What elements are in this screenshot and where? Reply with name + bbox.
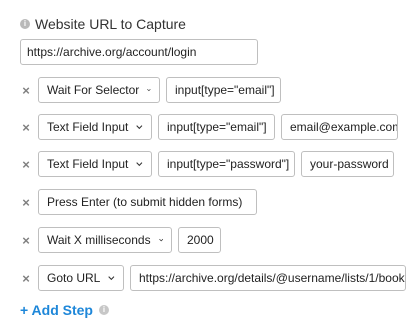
website-url-input[interactable]: https://archive.org/account/login (20, 39, 258, 65)
capture-form: i Website URL to Capture https://archive… (0, 0, 420, 336)
step-action-value: Wait X milliseconds (47, 233, 151, 247)
step-action-select[interactable]: Wait For Selector (38, 77, 160, 103)
step-row: × Press Enter (to submit hidden forms) (20, 189, 257, 215)
step-value-input[interactable]: your-password (301, 151, 394, 177)
chevron-down-icon (158, 238, 163, 242)
step-action-select[interactable]: Text Field Input (38, 114, 152, 140)
info-icon[interactable]: i (20, 19, 30, 29)
chevron-down-icon (147, 89, 151, 92)
remove-step-icon[interactable]: × (20, 233, 32, 248)
step-action-value: Goto URL (47, 271, 101, 285)
step-row: × Text Field Input input[type="password"… (20, 151, 394, 177)
remove-step-icon[interactable]: × (20, 271, 32, 286)
chevron-down-icon (136, 162, 143, 167)
remove-step-icon[interactable]: × (20, 120, 32, 135)
remove-step-icon[interactable]: × (20, 195, 32, 210)
url-field-label-row: i Website URL to Capture (20, 16, 186, 32)
step-row: × Wait For Selector input[type="email"] (20, 77, 281, 103)
remove-step-icon[interactable]: × (20, 83, 32, 98)
add-step-button[interactable]: + Add Step (20, 302, 93, 318)
step-action-value: Text Field Input (47, 157, 129, 171)
step-action-select[interactable]: Wait X milliseconds (38, 227, 172, 253)
step-action-select[interactable]: Press Enter (to submit hidden forms) (38, 189, 257, 215)
step-selector-input[interactable]: input[type="email"] (166, 77, 281, 103)
add-step-row: + Add Step i (20, 302, 109, 318)
step-delay-input[interactable]: 2000 (178, 227, 221, 253)
step-row: × Text Field Input input[type="email"] e… (20, 114, 398, 140)
step-row: × Goto URL https://archive.org/details/@… (20, 265, 406, 291)
step-row: × Wait X milliseconds 2000 (20, 227, 221, 253)
step-action-select[interactable]: Goto URL (38, 265, 124, 291)
step-url-input[interactable]: https://archive.org/details/@username/li… (130, 265, 406, 291)
info-icon[interactable]: i (99, 305, 109, 315)
step-action-value: Text Field Input (47, 120, 129, 134)
step-action-select[interactable]: Text Field Input (38, 151, 152, 177)
step-action-value: Wait For Selector (47, 83, 140, 97)
step-value-input[interactable]: email@example.com (281, 114, 398, 140)
step-selector-input[interactable]: input[type="email"] (158, 114, 275, 140)
url-field-label: Website URL to Capture (35, 16, 186, 32)
chevron-down-icon (136, 125, 143, 130)
step-selector-input[interactable]: input[type="password"] (158, 151, 295, 177)
chevron-down-icon (108, 276, 115, 281)
remove-step-icon[interactable]: × (20, 157, 32, 172)
